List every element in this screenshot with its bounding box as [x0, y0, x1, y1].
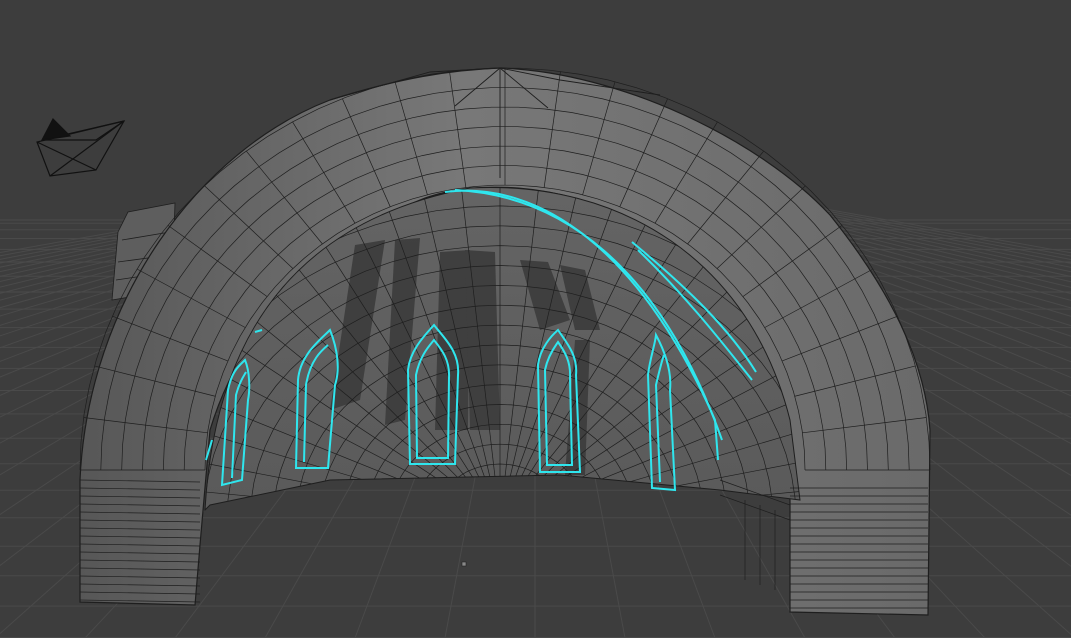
3d-viewport[interactable]: [0, 0, 1071, 638]
origin-dot-icon[interactable]: [461, 561, 467, 567]
dome-arch-mesh[interactable]: [79, 67, 931, 616]
camera-icon[interactable]: [36, 117, 126, 177]
